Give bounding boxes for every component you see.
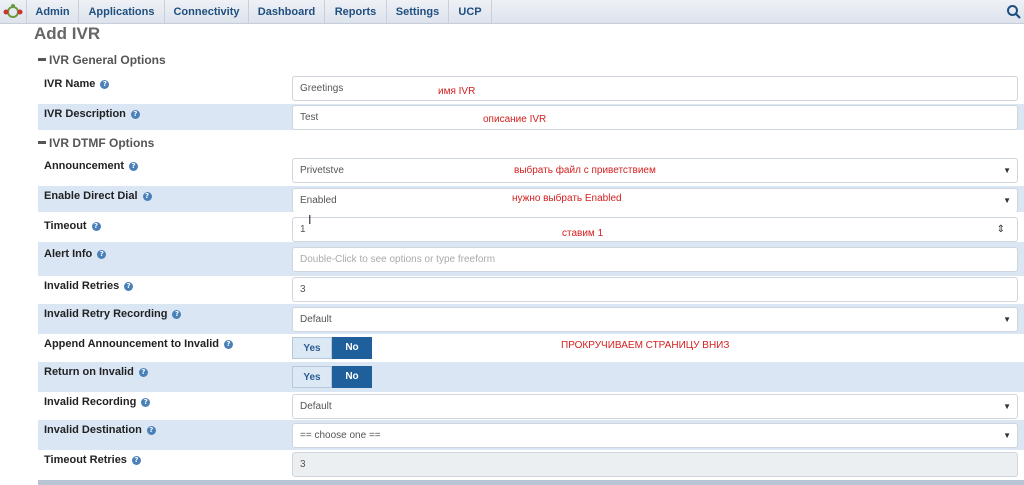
annotation-direct-dial: нужно выбрать Enabled: [512, 193, 622, 204]
select-value: Default: [300, 314, 332, 325]
invalid-recording-select[interactable]: Default ▼: [292, 394, 1018, 419]
select-value: == choose one ==: [300, 430, 381, 441]
help-icon[interactable]: ?: [130, 109, 140, 119]
no-option[interactable]: No: [332, 366, 372, 388]
page-title: Add IVR: [34, 24, 101, 43]
field-label: Enable Direct Dial: [44, 190, 138, 202]
field-label: Timeout: [44, 220, 87, 232]
select-value: Default: [300, 401, 332, 412]
annotation-timeout: ставим 1: [562, 228, 604, 239]
help-icon[interactable]: ?: [97, 249, 107, 259]
chevron-down-icon: ▼: [1003, 315, 1011, 324]
form-row-return-on-invalid: Return on Invalid?: [38, 362, 1024, 392]
chevron-down-icon: ▼: [1003, 431, 1011, 440]
form-row-partial: [38, 480, 1024, 485]
invalid-retry-recording-select[interactable]: Default ▼: [292, 307, 1018, 332]
annotation-name: имя IVR: [438, 86, 476, 97]
help-icon[interactable]: ?: [131, 455, 141, 465]
nav-applications[interactable]: Applications: [78, 0, 164, 24]
chevron-down-icon: ▼: [1003, 196, 1011, 205]
select-value: Privetstve: [300, 165, 344, 176]
nav-ucp[interactable]: UCP: [448, 0, 492, 24]
spinner-arrows-icon[interactable]: ⇕: [997, 218, 1005, 241]
help-icon[interactable]: ?: [142, 191, 152, 201]
field-label: Timeout Retries: [44, 454, 127, 466]
section-general-options[interactable]: IVR General Options: [38, 52, 166, 68]
ivr-description-input[interactable]: Test: [292, 105, 1018, 130]
help-icon[interactable]: ?: [91, 221, 101, 231]
chevron-down-icon: ▼: [1003, 402, 1011, 411]
nav-dashboard[interactable]: Dashboard: [248, 0, 324, 24]
field-label: Announcement: [44, 160, 125, 172]
chevron-down-icon: ▼: [1003, 166, 1011, 175]
alert-info-input[interactable]: Double-Click to see options or type free…: [292, 247, 1018, 272]
field-label: Alert Info: [44, 248, 93, 260]
return-on-invalid-toggle: Yes No: [292, 366, 372, 388]
nav-settings[interactable]: Settings: [386, 0, 448, 24]
section-title: IVR General Options: [49, 53, 166, 67]
append-announcement-toggle: Yes No: [292, 337, 372, 359]
timeout-number-input[interactable]: 1 ⇕: [292, 217, 1018, 242]
help-icon[interactable]: ?: [141, 397, 151, 407]
search-icon[interactable]: [1006, 4, 1022, 20]
collapse-icon: [38, 58, 46, 62]
nav-admin[interactable]: Admin: [26, 0, 78, 24]
invalid-retries-input[interactable]: 3: [292, 277, 1018, 302]
annotation-announcement: выбрать файл с приветствием: [514, 165, 656, 176]
field-label: Return on Invalid: [44, 366, 134, 378]
ivr-name-input[interactable]: Greetings: [292, 76, 1018, 101]
nav-reports[interactable]: Reports: [324, 0, 386, 24]
help-icon[interactable]: ?: [124, 281, 134, 291]
nav-connectivity[interactable]: Connectivity: [164, 0, 248, 24]
field-label: Append Announcement to Invalid: [44, 338, 219, 350]
help-icon[interactable]: ?: [223, 339, 233, 349]
field-label: Invalid Destination: [44, 424, 142, 436]
help-icon[interactable]: ?: [138, 367, 148, 377]
form-row-append-announcement: Append Announcement to Invalid?: [38, 334, 1024, 362]
yes-option[interactable]: Yes: [292, 366, 332, 388]
section-title: IVR DTMF Options: [49, 136, 155, 150]
field-label: Invalid Recording: [44, 396, 137, 408]
invalid-destination-select[interactable]: == choose one == ▼: [292, 423, 1018, 448]
input-placeholder: Double-Click to see options or type free…: [300, 254, 496, 265]
no-option[interactable]: No: [332, 337, 372, 359]
top-navigation: Admin Applications Connectivity Dashboar…: [0, 0, 1024, 24]
select-value: Enabled: [300, 195, 337, 206]
direct-dial-select[interactable]: Enabled ▼: [292, 188, 1018, 213]
field-label: IVR Description: [44, 108, 126, 120]
timeout-retries-input[interactable]: 3: [292, 452, 1018, 477]
collapse-icon: [38, 141, 46, 145]
help-icon[interactable]: ?: [100, 79, 110, 89]
help-icon[interactable]: ?: [129, 161, 139, 171]
yes-option[interactable]: Yes: [292, 337, 332, 359]
field-label: Invalid Retries: [44, 280, 120, 292]
field-label: Invalid Retry Recording: [44, 308, 168, 320]
text-cursor-icon: Ⅰ: [308, 213, 312, 227]
field-label: IVR Name: [44, 78, 96, 90]
input-value: 1: [300, 224, 306, 235]
freepbx-logo-icon[interactable]: [2, 3, 24, 21]
annotation-description: описание IVR: [483, 114, 547, 125]
help-icon[interactable]: ?: [146, 425, 156, 435]
section-dtmf-options[interactable]: IVR DTMF Options: [38, 135, 154, 151]
annotation-scroll: ПРОКРУЧИВАЕМ СТРАНИЦУ ВНИЗ: [561, 340, 730, 351]
help-icon[interactable]: ?: [172, 309, 182, 319]
